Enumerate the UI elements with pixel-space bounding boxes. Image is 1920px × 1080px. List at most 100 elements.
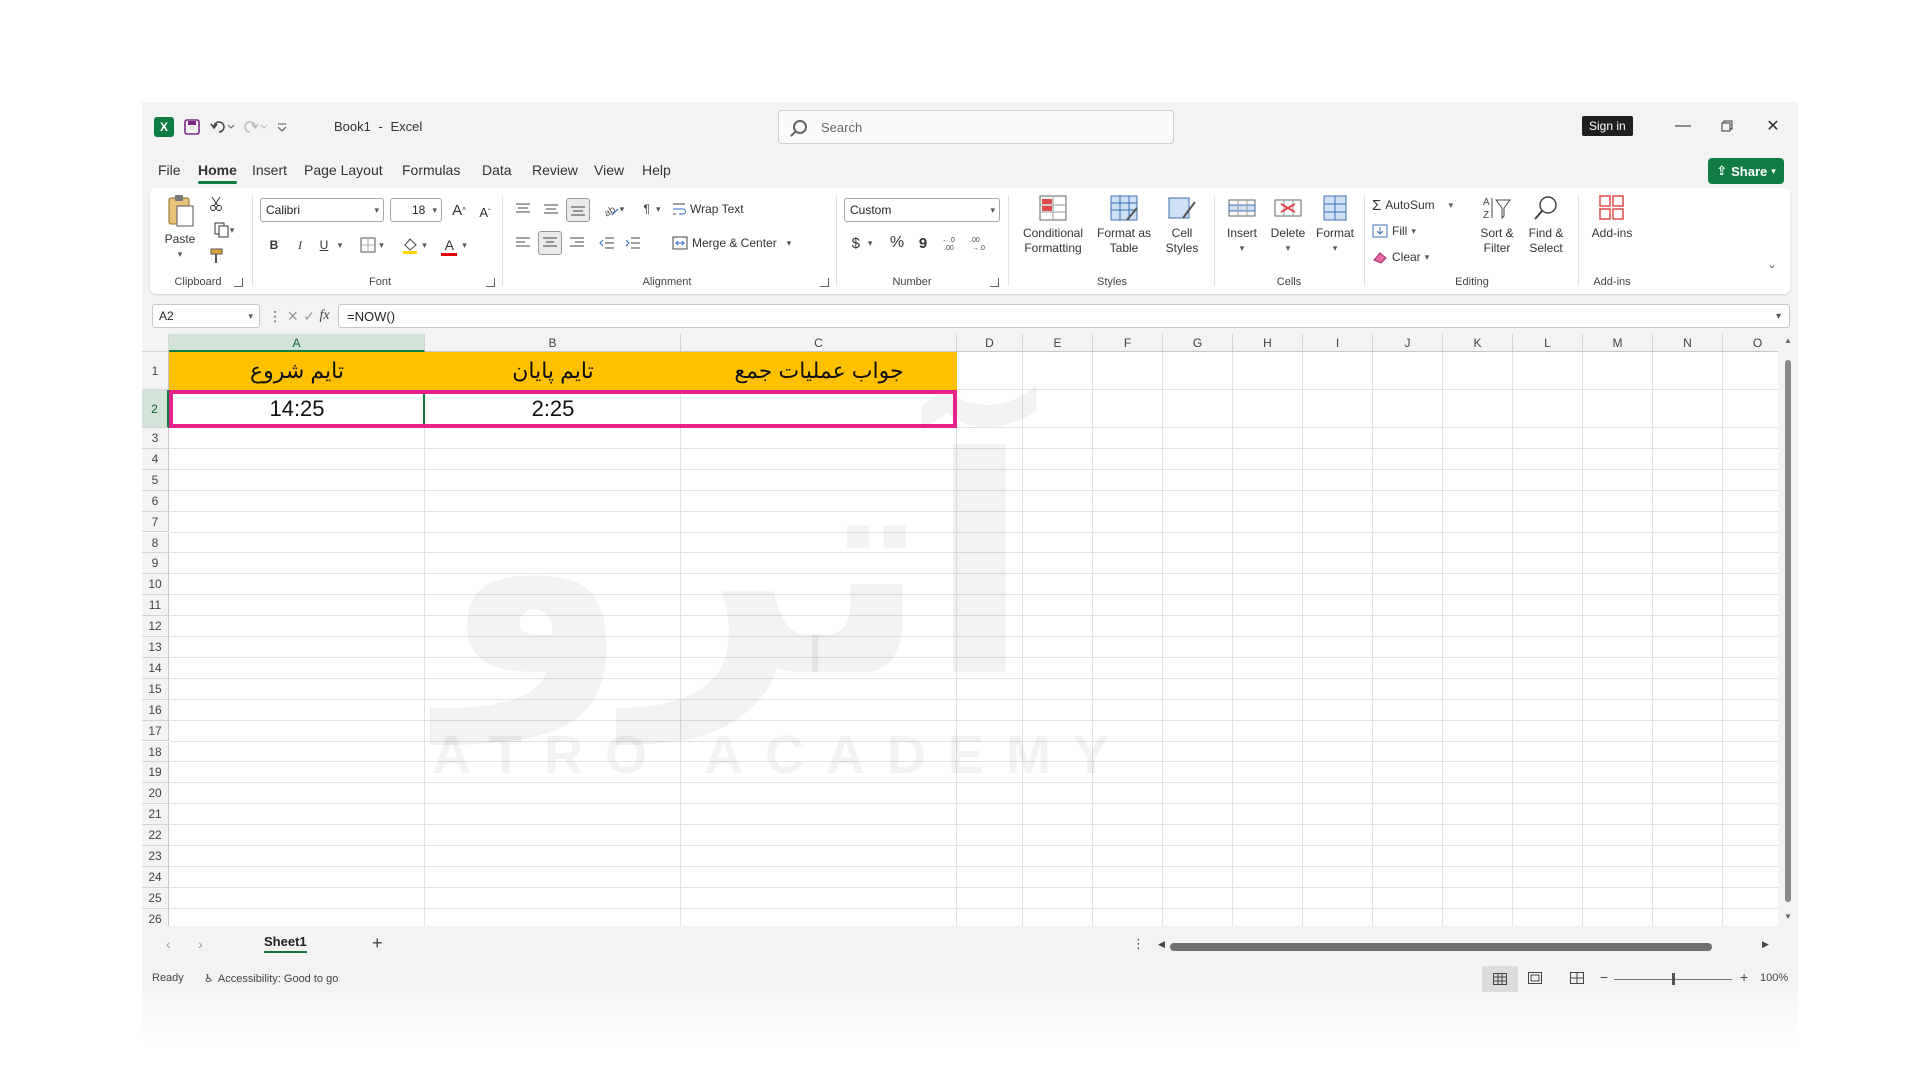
column-header-n[interactable]: N <box>1653 334 1723 352</box>
column-header-a[interactable]: A <box>169 334 425 352</box>
search-box[interactable]: Search <box>778 110 1174 144</box>
tab-file[interactable]: File <box>158 162 181 178</box>
row-header-11[interactable]: 11 <box>142 595 169 617</box>
column-header-c[interactable]: C <box>681 334 957 352</box>
italic-button[interactable]: I <box>290 234 310 256</box>
bold-button[interactable]: B <box>264 234 284 256</box>
row-header-21[interactable]: 21 <box>142 804 169 826</box>
close-icon[interactable]: ✕ <box>1758 114 1788 138</box>
decrease-indent-icon[interactable] <box>596 232 618 254</box>
row-header-8[interactable]: 8 <box>142 532 169 554</box>
scroll-down-icon[interactable]: ▼ <box>1784 912 1792 921</box>
tab-data[interactable]: Data <box>482 162 512 178</box>
save-icon[interactable] <box>182 116 202 138</box>
orientation-icon[interactable]: ab ▾ <box>596 198 630 220</box>
more-options-icon[interactable]: ⋮ <box>268 308 282 325</box>
tab-review[interactable]: Review <box>532 162 578 178</box>
enter-icon[interactable]: ✓ <box>303 308 315 325</box>
top-align-icon[interactable] <box>512 198 534 220</box>
row-header-14[interactable]: 14 <box>142 657 169 679</box>
tab-help[interactable]: Help <box>642 162 671 178</box>
format-cells-button[interactable]: Format ▾ <box>1312 194 1358 256</box>
undo-icon[interactable] <box>208 116 236 138</box>
scroll-right-icon[interactable]: ▶ <box>1762 939 1769 950</box>
alignment-launcher-icon[interactable] <box>820 278 829 287</box>
font-size-select[interactable]: 18 ▾ <box>390 198 442 222</box>
cancel-icon[interactable]: ✕ <box>287 308 299 325</box>
prev-sheet-icon[interactable]: ‹ <box>166 936 171 952</box>
row-header-6[interactable]: 6 <box>142 490 169 512</box>
vertical-scrollbar[interactable]: ▲ ▼ <box>1778 334 1798 926</box>
page-break-view-icon[interactable] <box>1570 972 1584 987</box>
copy-icon[interactable]: ▾ <box>206 220 242 240</box>
number-format-select[interactable]: Custom ▾ <box>844 198 1000 222</box>
row-header-7[interactable]: 7 <box>142 511 169 533</box>
autosum-button[interactable]: Σ AutoSum ▾ <box>1372 194 1472 216</box>
number-launcher-icon[interactable] <box>990 278 999 287</box>
row-header-5[interactable]: 5 <box>142 469 169 491</box>
row-header-24[interactable]: 24 <box>142 866 169 888</box>
cell-a1[interactable]: تایم شروع <box>169 352 425 390</box>
zoom-level[interactable]: 100% <box>1760 972 1788 984</box>
percent-style-button[interactable]: % <box>886 232 908 254</box>
align-center-icon[interactable] <box>538 231 562 255</box>
increase-font-size-icon[interactable]: A ^ <box>448 198 470 222</box>
restore-icon[interactable] <box>1712 114 1742 138</box>
tab-home[interactable]: Home <box>198 162 237 184</box>
cut-icon[interactable] <box>206 194 226 214</box>
sign-in-button[interactable]: Sign in <box>1582 116 1633 136</box>
underline-button[interactable]: U <box>314 234 334 256</box>
row-header-20[interactable]: 20 <box>142 783 169 805</box>
paste-button[interactable]: Paste ▾ <box>162 194 198 262</box>
column-header-e[interactable]: E <box>1023 334 1093 352</box>
row-header-17[interactable]: 17 <box>142 720 169 742</box>
add-ins-button[interactable]: Add-ins <box>1586 194 1638 241</box>
row-header-23[interactable]: 23 <box>142 846 169 867</box>
tab-insert[interactable]: Insert <box>252 162 287 178</box>
decrease-font-size-icon[interactable]: Aˇ <box>474 200 496 224</box>
horizontal-scroll-thumb[interactable] <box>1170 943 1712 951</box>
insert-cells-button[interactable]: Insert ▾ <box>1220 194 1264 256</box>
comma-style-button[interactable]: 9 <box>912 232 934 254</box>
row-header-15[interactable]: 15 <box>142 678 169 700</box>
currency-format-button[interactable]: $ ▾ <box>844 232 880 254</box>
row-header-25[interactable]: 25 <box>142 887 169 909</box>
merge-center-button[interactable]: Merge & Center ▾ <box>672 232 812 254</box>
sheet-tab-sheet1[interactable]: Sheet1 <box>264 934 307 953</box>
row-header-3[interactable]: 3 <box>142 428 169 449</box>
row-header-18[interactable]: 18 <box>142 741 169 763</box>
row-header-19[interactable]: 19 <box>142 762 169 784</box>
font-launcher-icon[interactable] <box>486 278 495 287</box>
row-header-13[interactable]: 13 <box>142 637 169 658</box>
formula-input[interactable]: =NOW() ▾ <box>338 304 1790 328</box>
cell-c1[interactable]: جواب عملیات جمع <box>681 352 957 390</box>
bottom-align-icon[interactable] <box>566 198 590 222</box>
minimize-icon[interactable]: — <box>1668 114 1698 138</box>
collapse-ribbon-icon[interactable]: ⌄ <box>1764 256 1780 272</box>
format-painter-icon[interactable] <box>206 246 226 266</box>
row-header-10[interactable]: 10 <box>142 574 169 596</box>
zoom-in-button[interactable]: + <box>1740 969 1748 985</box>
normal-view-icon[interactable] <box>1482 966 1518 992</box>
font-family-select[interactable]: Calibri ▾ <box>260 198 384 222</box>
worksheet-grid[interactable]: A B C D E F G H I J K L M N O 1 2 3 4 5 6 7 8 9 10 11 12 13 14 15 16 17… <box>142 334 1798 930</box>
column-header-i[interactable]: I <box>1303 334 1373 352</box>
tab-formulas[interactable]: Formulas <box>402 162 460 178</box>
underline-dropdown-icon[interactable]: ▾ <box>334 234 346 256</box>
conditional-formatting-button[interactable]: Conditional Formatting <box>1016 194 1090 256</box>
column-header-m[interactable]: M <box>1583 334 1653 352</box>
scroll-up-icon[interactable]: ▲ <box>1784 336 1792 345</box>
column-header-b[interactable]: B <box>425 334 681 352</box>
add-sheet-button[interactable]: + <box>372 933 383 954</box>
cell-styles-button[interactable]: Cell Styles <box>1158 194 1206 256</box>
find-select-button[interactable]: Find & Select <box>1522 194 1570 256</box>
column-header-l[interactable]: L <box>1513 334 1583 352</box>
scroll-left-icon[interactable]: ◀ <box>1158 939 1165 950</box>
column-header-h[interactable]: H <box>1233 334 1303 352</box>
more-options-icon[interactable]: ⋮ <box>1132 936 1145 952</box>
tab-page-layout[interactable]: Page Layout <box>304 162 383 178</box>
fill-button[interactable]: Fill ▾ <box>1372 220 1432 242</box>
insert-function-button[interactable]: fx <box>320 308 330 324</box>
column-header-g[interactable]: G <box>1163 334 1233 352</box>
font-color-icon[interactable]: A ▾ <box>436 234 472 256</box>
